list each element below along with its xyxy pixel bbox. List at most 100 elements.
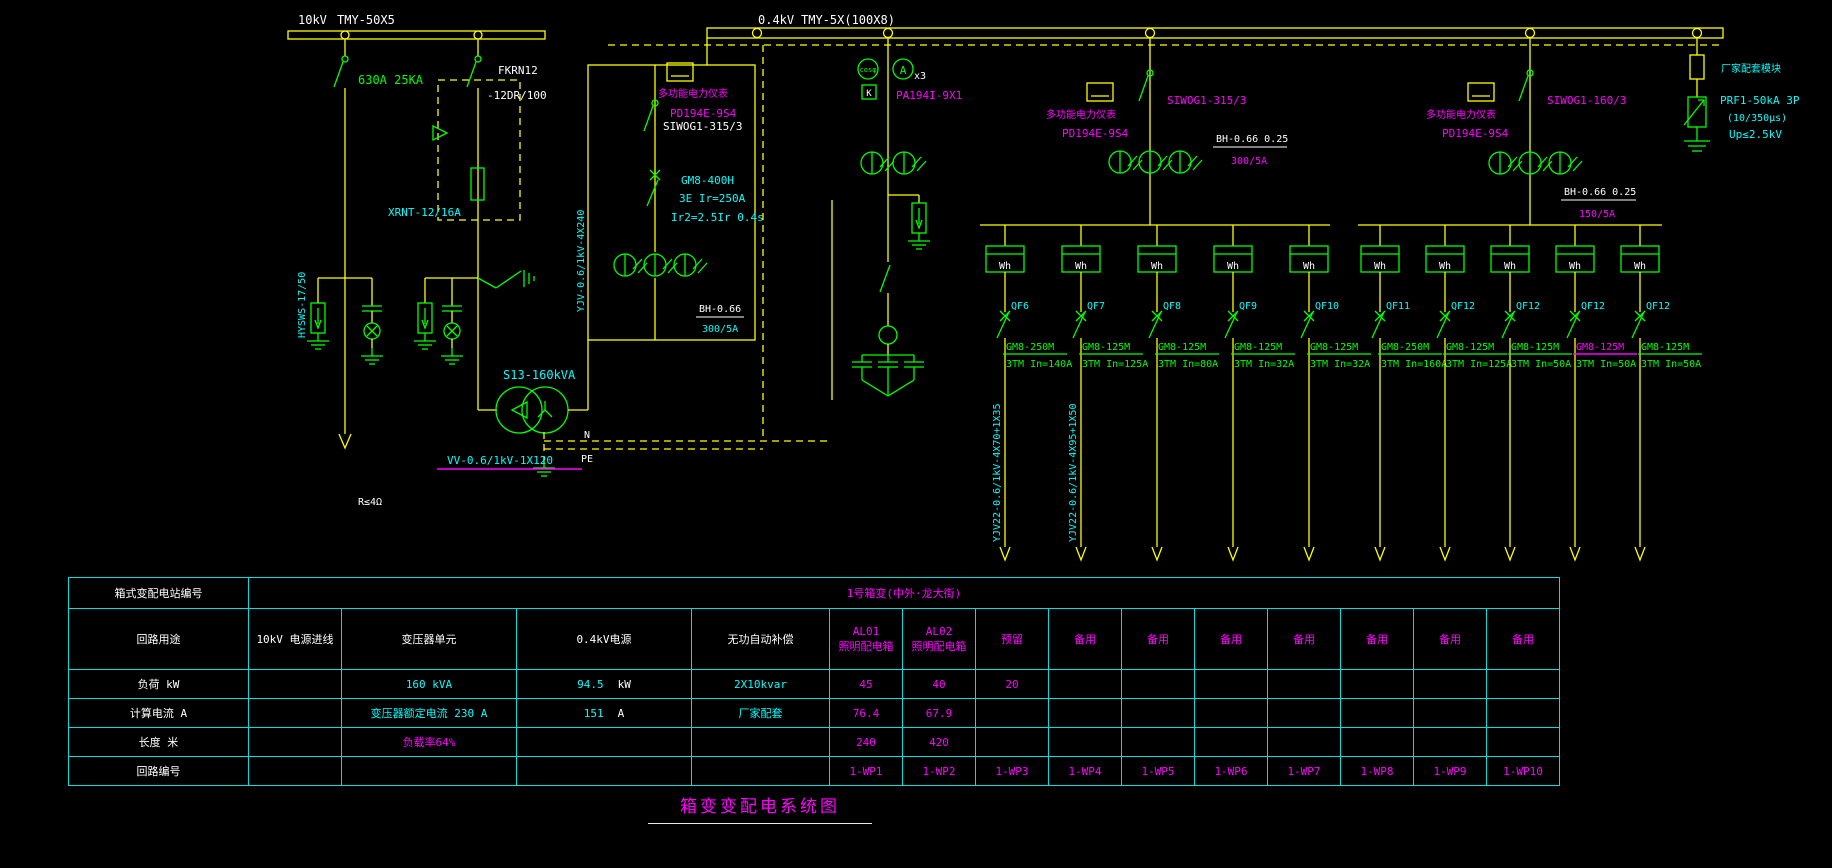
comp-capacity: 2X10kvar	[692, 670, 830, 699]
metering-breaker-setting: Ir2=2.5Ir 0.4s	[671, 211, 764, 224]
feeder-breaker	[997, 311, 1010, 338]
feeder-qf-label: QF7	[1087, 301, 1105, 312]
comp-current: 厂家配套	[692, 699, 830, 728]
feeder-breaker-model: GM8-125M	[1446, 342, 1494, 353]
feeder-qf-label: QF6	[1011, 301, 1029, 312]
feeder-qf-label: QF9	[1239, 301, 1257, 312]
circuit-length: 240	[830, 728, 903, 757]
circuit-load	[1268, 670, 1341, 699]
spd-note: 厂家配套模块	[1721, 62, 1781, 75]
metering-isolator-model: SIWOG1-315/3	[663, 120, 742, 133]
table-row-station: 箱式变配电站编号 1号箱变(中外·龙大街)	[69, 578, 1560, 609]
tx-capacity: 160 kVA	[342, 670, 517, 699]
feeder-breaker-model: GM8-250M	[1006, 342, 1054, 353]
feeder-arrow	[1570, 547, 1580, 560]
feeder-breaker	[1437, 311, 1450, 338]
feeder-qf-label: QF12	[1581, 301, 1605, 312]
table-row-current: 计算电流 A 变压器额定电流 230 A 151A 厂家配套 76.4 67.9	[69, 699, 1560, 728]
feeder-breaker-model: GM8-125M	[1082, 342, 1130, 353]
feeder-arrow	[1440, 547, 1450, 560]
feeder-qf8: Wh QF8 GM8-125M 3TM In=80A	[1138, 225, 1219, 560]
section-a-ct-ratio: 300/5A	[1231, 156, 1267, 167]
feeder-trip-setting: 3TM In=160A	[1381, 359, 1447, 370]
metering-meter-name: 多功能电力仪表	[658, 87, 728, 100]
circuit-load	[1487, 670, 1560, 699]
feeder-trip-setting: 3TM In=50A	[1641, 359, 1701, 370]
row5-label: 长度 米	[69, 728, 249, 757]
hv-fuse-model: XRNT-12/16A	[388, 206, 461, 219]
feeder-trip-setting: 3TM In=50A	[1576, 359, 1636, 370]
wh-meter: Wh	[1227, 261, 1239, 272]
circuit-header: 备用	[1414, 609, 1487, 670]
circuit-header: 备用	[1268, 609, 1341, 670]
feeder-qf7: Wh QF7 GM8-125M 3TM In=125A YJV22-0.6/1k…	[1062, 225, 1148, 560]
table-row-length: 长度 米 负载率64% 240 420	[69, 728, 1560, 757]
table-row-circuit-id: 回路编号 1-WP1 1-WP2 1-WP3 1-WP4 1-WP5 1-WP6…	[69, 757, 1560, 786]
circuit-header: AL01照明配电箱	[830, 609, 903, 670]
feeder-trip-setting: 3TM In=32A	[1310, 359, 1370, 370]
circuit-load: 45	[830, 670, 903, 699]
feeder-breaker-model: GM8-125M	[1234, 342, 1282, 353]
hv-arrester-model: HYSWS-17/50	[297, 272, 308, 338]
circuit-load: 20	[976, 670, 1049, 699]
wh-meter: Wh	[1151, 261, 1163, 272]
circuit-current	[976, 699, 1049, 728]
transformer-model: S13-160kVA	[503, 368, 576, 382]
wh-meter: Wh	[1439, 261, 1451, 272]
feeder-trip-setting: 3TM In=50A	[1511, 359, 1571, 370]
pe-label: PE	[581, 454, 593, 465]
feeder-breaker-model: GM8-125M	[1158, 342, 1206, 353]
section-a-ct-model: BH-0.66 0.25	[1216, 134, 1288, 145]
section-b-meter-model: PD194E-9S4	[1442, 127, 1509, 140]
hv-load-switch-model2: -12DR/100	[487, 89, 547, 102]
circuit-id: 1-WP10	[1487, 757, 1560, 786]
circuit-length	[1341, 728, 1414, 757]
lv-load: 94.5kW	[517, 670, 692, 699]
circuit-id: 1-WP4	[1049, 757, 1122, 786]
feeder-breaker-model: GM8-125M	[1641, 342, 1689, 353]
feeder-breaker-model: GM8-125M	[1511, 342, 1559, 353]
feeder-qf12a: Wh QF12 GM8-125M 3TM In=125A	[1426, 225, 1512, 560]
neutral-label: N	[584, 430, 590, 441]
feeder-qf-label: QF12	[1451, 301, 1475, 312]
circuit-length	[976, 728, 1049, 757]
feeder-qf-label: QF12	[1516, 301, 1540, 312]
feeder-qf-label: QF8	[1163, 301, 1181, 312]
circuit-current	[1341, 699, 1414, 728]
earthing-cable-label: VV-0.6/1kV-1X120	[447, 454, 553, 467]
circuit-length: 420	[903, 728, 976, 757]
section-b-ct-ratio: 150/5A	[1579, 209, 1615, 220]
feeder-qf-label: QF10	[1315, 301, 1339, 312]
feeder-arrow	[1152, 547, 1162, 560]
wh-meter: Wh	[1504, 261, 1516, 272]
metering-breaker-model: GM8-400H	[681, 174, 734, 187]
hv-switch-rating: 630A 25KA	[358, 73, 424, 87]
ammeter-label: A	[900, 64, 907, 77]
circuit-header: 备用	[1049, 609, 1122, 670]
circuit-header: AL02照明配电箱	[903, 609, 976, 670]
circuit-load	[1414, 670, 1487, 699]
drawing-title: 箱变变配电系统图	[648, 792, 872, 824]
row2-label: 回路用途	[69, 609, 249, 670]
feeder-arrow	[1304, 547, 1314, 560]
row1-label: 箱式变配电站编号	[69, 578, 249, 609]
feeder-breaker-model: GM8-125M	[1576, 342, 1624, 353]
circuit-id: 1-WP7	[1268, 757, 1341, 786]
section-b-meter-name: 多功能电力仪表	[1426, 108, 1496, 121]
col-04kv: 0.4kV电源	[517, 609, 692, 670]
circuit-current: 67.9	[903, 699, 976, 728]
circuit-length	[1487, 728, 1560, 757]
feeder-trip-setting: 3TM In=140A	[1006, 359, 1072, 370]
circuit-current	[1414, 699, 1487, 728]
feeder-cable: YJV22-0.6/1kV-4X70+1X35	[992, 404, 1003, 542]
row3-label: 负荷 kW	[69, 670, 249, 699]
spd-waveform: (10/350μs)	[1727, 113, 1787, 124]
circuit-current	[1122, 699, 1195, 728]
hv-busbar	[288, 31, 545, 39]
lv-riser-cable: YJV-0.6/1kV-4X240	[576, 210, 587, 312]
lv-busbar	[608, 28, 1723, 441]
feeder-qf12c: Wh QF12 GM8-125M 3TM In=50A	[1556, 225, 1637, 560]
circuit-id: 1-WP3	[976, 757, 1049, 786]
feeder-breaker	[1502, 311, 1515, 338]
circuit-header: 备用	[1341, 609, 1414, 670]
